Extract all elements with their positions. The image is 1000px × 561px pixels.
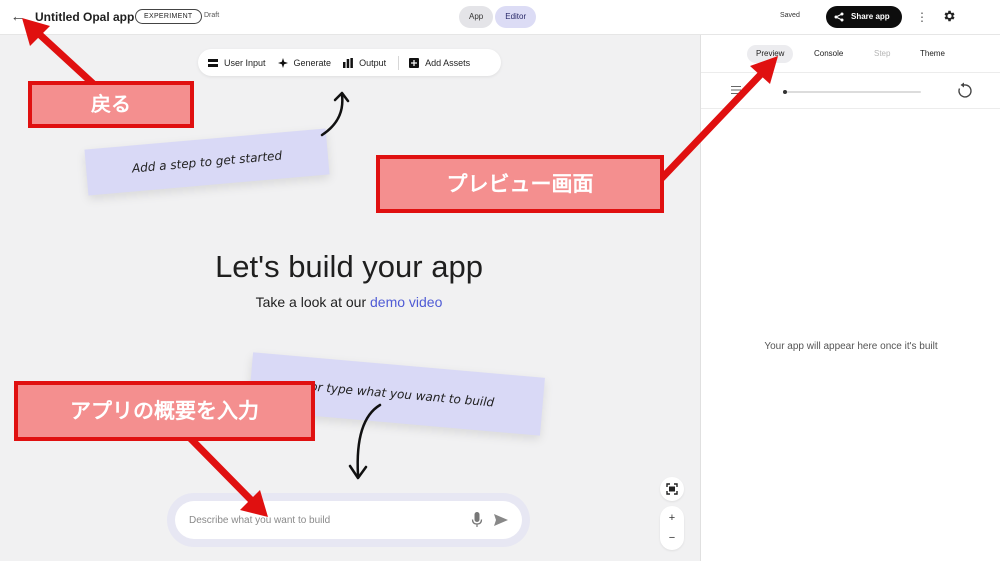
- share-app-button[interactable]: Share app: [826, 6, 902, 28]
- tab-console[interactable]: Console: [814, 45, 843, 63]
- tab-preview[interactable]: Preview: [747, 45, 794, 63]
- more-vert-icon[interactable]: ⋮: [916, 8, 928, 26]
- zoom-in-button[interactable]: +: [660, 508, 684, 528]
- share-app-label: Share app: [851, 12, 890, 21]
- page-subline: Take a look at our demo video: [0, 294, 698, 310]
- preview-controls: [701, 73, 1000, 109]
- share-icon: [834, 12, 844, 22]
- annotation-back: 戻る: [28, 81, 194, 128]
- arrow-left-icon[interactable]: ←: [9, 8, 27, 26]
- user-input-icon: [208, 58, 218, 67]
- send-icon[interactable]: [493, 512, 509, 528]
- output-button[interactable]: Output: [343, 49, 386, 76]
- mode-editor-button[interactable]: Editor: [495, 6, 537, 28]
- experiment-badge: EXPERIMENT: [135, 9, 202, 24]
- prompt-container: [167, 493, 530, 547]
- gear-icon[interactable]: [942, 9, 956, 23]
- generate-label: Generate: [293, 57, 332, 68]
- zoom-out-button[interactable]: −: [660, 528, 684, 548]
- saved-status: Saved: [780, 12, 800, 19]
- restart-icon[interactable]: [955, 82, 973, 100]
- user-input-button[interactable]: User Input: [208, 49, 266, 76]
- add-assets-label: Add Assets: [425, 57, 471, 68]
- mode-app-button[interactable]: App: [459, 6, 494, 28]
- top-bar: ← Untitled Opal app EXPERIMENT Draft App…: [0, 0, 1000, 35]
- preview-empty-message: Your app will appear here once it's buil…: [764, 341, 938, 352]
- annotation-input: アプリの概要を入力: [14, 381, 315, 441]
- menu-icon[interactable]: [731, 85, 741, 95]
- panel-tabs: Preview Console Step Theme: [701, 35, 1000, 73]
- toolbar-divider: [398, 55, 400, 70]
- describe-app-input[interactable]: [189, 501, 459, 539]
- page-headline: Let's build your app: [215, 249, 483, 284]
- user-input-label: User Input: [224, 57, 266, 68]
- progress-indicator: [783, 90, 787, 94]
- output-label: Output: [359, 57, 387, 68]
- mic-icon[interactable]: [471, 512, 483, 528]
- hint-sticky-add-step: Add a step to get started: [84, 128, 330, 196]
- hint-arrow-down-icon: [348, 403, 382, 480]
- demo-video-link[interactable]: demo video: [370, 294, 442, 310]
- app-title[interactable]: Untitled Opal app: [35, 10, 134, 24]
- fit-screen-icon[interactable]: [660, 477, 684, 501]
- tab-step[interactable]: Step: [874, 45, 890, 63]
- preview-progress-bar: [783, 90, 921, 94]
- output-icon: [343, 57, 353, 68]
- zoom-controls: + −: [660, 506, 684, 550]
- hint-arrow-icon: [320, 91, 350, 137]
- generate-button[interactable]: Generate: [277, 49, 332, 76]
- step-toolbar: User Input Generate Output Add Assets: [198, 49, 501, 76]
- add-assets-button[interactable]: Add Assets: [409, 49, 470, 76]
- mode-toggle: App Editor: [459, 6, 537, 28]
- annotation-preview: プレビュー画面: [376, 155, 664, 213]
- sparkle-icon: [277, 57, 288, 68]
- prompt-box: [175, 501, 522, 539]
- add-box-icon: [409, 57, 420, 68]
- fit-screen-glyph: [666, 483, 678, 495]
- opal-app-window: ← Untitled Opal app EXPERIMENT Draft App…: [0, 0, 1000, 561]
- tab-theme[interactable]: Theme: [920, 45, 945, 63]
- preview-panel: Preview Console Step Theme Your app will…: [700, 35, 1000, 561]
- subline-text: Take a look at our: [255, 294, 367, 310]
- draft-status: Draft: [204, 12, 220, 19]
